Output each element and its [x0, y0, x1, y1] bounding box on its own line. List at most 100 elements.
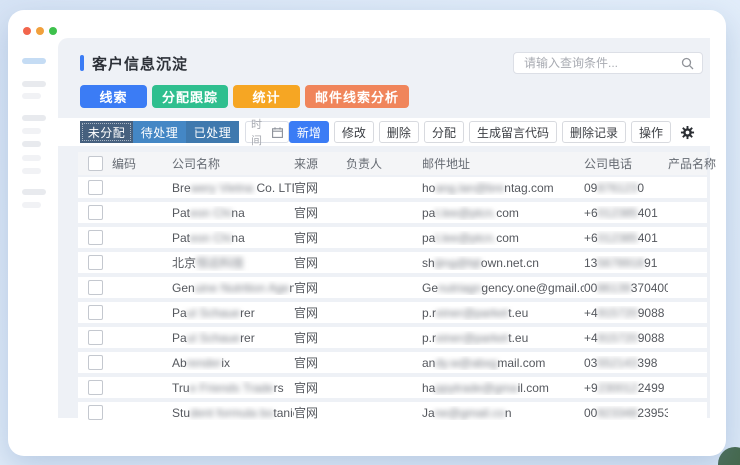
- row-select-cell: [78, 405, 112, 420]
- sidebar-placeholder-item: [22, 189, 46, 195]
- cell-source: 官网: [294, 381, 319, 395]
- tab-button[interactable]: 邮件线索分析: [305, 85, 410, 108]
- date-filter[interactable]: 时间: [245, 119, 289, 147]
- cell-source: 官网: [294, 331, 319, 345]
- table-row[interactable]: Abrenderix 官网 andy.w@abxgmail.com 035521433…: [78, 352, 707, 373]
- action-button[interactable]: 修改: [333, 121, 374, 143]
- redacted-text: uine Nutrition Age: [194, 280, 290, 295]
- redacted-text: ul Schaue: [186, 305, 241, 320]
- table-row[interactable]: Genuine Nutrition Agency ... .官网 Genutria…: [78, 277, 707, 298]
- sidebar-placeholder-item: [22, 168, 41, 174]
- redacted-text: 876123: [597, 180, 638, 195]
- select-all-checkbox[interactable]: [88, 156, 103, 171]
- status-filter-segment[interactable]: 待处理: [133, 121, 186, 143]
- redacted-text: 915720: [597, 305, 638, 320]
- cell-email: Jane@gmail.con: [422, 405, 512, 420]
- cell-email: shijing@bjtown.net.cn: [422, 255, 539, 270]
- cell-phone: +49157209088: [584, 305, 665, 320]
- leads-table: 编码 公司名称 来源 负责人 邮件地址 公司电话 产品名称 Brewery Vietna C…: [78, 152, 717, 427]
- sidebar-placeholder-item: [22, 155, 41, 161]
- action-button[interactable]: 删除: [378, 121, 419, 143]
- action-button[interactable]: 新增: [288, 121, 329, 143]
- cell-phone: 03552143398: [584, 355, 658, 370]
- table-row[interactable]: 北京恒远科技 官网 shijing@bjtown.net.cn 13567891891: [78, 252, 707, 273]
- cell-phone: 098761230: [584, 180, 645, 195]
- status-filter-segment[interactable]: 已处理: [186, 121, 239, 143]
- column-header: 产品名称: [668, 157, 717, 171]
- row-checkbox[interactable]: [88, 355, 103, 370]
- search-input[interactable]: [522, 55, 681, 71]
- cell-source: 官网: [294, 181, 319, 195]
- row-checkbox[interactable]: [88, 255, 103, 270]
- cell-source: 官网: [294, 231, 319, 245]
- sidebar-placeholder-item: [22, 128, 41, 134]
- row-checkbox[interactable]: [88, 205, 103, 220]
- gear-icon: [680, 125, 694, 139]
- row-select-cell: [78, 380, 112, 395]
- row-checkbox[interactable]: [88, 230, 103, 245]
- redacted-text: ang.lan@bre: [435, 180, 505, 195]
- sidebar-placeholder-item: [22, 115, 46, 121]
- redacted-text: 5678918: [597, 255, 645, 270]
- column-header: 公司电话: [584, 157, 633, 171]
- redacted-text: ijing@bjt: [434, 255, 481, 270]
- row-checkbox[interactable]: [88, 280, 103, 295]
- cell-source: 官网: [294, 406, 319, 420]
- tab-bar: 线索 分配跟踪 统计 邮件线索分析: [58, 74, 710, 108]
- cell-source: 官网: [294, 281, 319, 295]
- cell-phone: +92300122499: [584, 380, 665, 395]
- row-checkbox[interactable]: [88, 180, 103, 195]
- cell-email: hoang.lan@brentag.com: [422, 180, 554, 195]
- search-box[interactable]: [513, 52, 703, 74]
- redacted-text: nutriagn: [438, 280, 482, 295]
- action-button[interactable]: 生成留言代码: [468, 121, 557, 143]
- row-checkbox[interactable]: [88, 305, 103, 320]
- column-header: 邮件地址: [422, 157, 471, 171]
- action-button[interactable]: 删除记录: [561, 121, 626, 143]
- column-header: 公司名称: [172, 157, 221, 171]
- table-row[interactable]: Paul Schauerer 官网 p.reiner@parkett.eu +4915…: [78, 327, 707, 348]
- calendar-icon: [271, 126, 283, 138]
- cell-phone: +49157209088: [584, 330, 665, 345]
- redacted-text: dy.w@abxg: [435, 355, 498, 370]
- column-header: 来源: [294, 157, 319, 171]
- redacted-text: render: [186, 355, 222, 370]
- row-checkbox[interactable]: [88, 330, 103, 345]
- cell-company: Pateon China: [172, 230, 245, 245]
- table-row[interactable]: Brewery Vietna Co. LTD官网 hoang.lan@brenta…: [78, 177, 707, 198]
- table-row[interactable]: True Friends Traders 官网 happytrade@gmail.c…: [78, 377, 707, 398]
- row-checkbox[interactable]: [88, 380, 103, 395]
- settings-gear-button[interactable]: [676, 121, 698, 143]
- action-button[interactable]: 操作: [630, 121, 671, 143]
- row-select-cell: [78, 255, 112, 270]
- row-checkbox[interactable]: [88, 405, 103, 420]
- column-header: 负责人: [346, 157, 383, 171]
- tab-button[interactable]: 分配跟踪: [152, 85, 229, 108]
- redacted-text: einer@parket: [436, 330, 509, 345]
- page-background: 客户信息沉淀 线索分配跟踪统计邮件线索分析 未分配待处理已处理 时间: [0, 0, 740, 465]
- status-filter-segment[interactable]: 未分配: [80, 121, 133, 143]
- action-button[interactable]: 分配: [423, 121, 464, 143]
- page-header: 客户信息沉淀: [58, 38, 710, 74]
- sidebar-placeholder-item: [22, 202, 41, 208]
- sidebar-placeholder-item: [22, 58, 46, 64]
- cell-company: Pateon China: [172, 205, 245, 220]
- cell-company: Paul Schauerer: [172, 305, 255, 320]
- cell-source: 官网: [294, 356, 319, 370]
- cell-phone: 13567891891: [584, 255, 658, 270]
- table-row[interactable]: Pateon China 官网 pat.lee@ptcn.com +601238540…: [78, 227, 707, 248]
- content-panel: 客户信息沉淀 线索分配跟踪统计邮件线索分析 未分配待处理已处理 时间: [58, 38, 716, 423]
- cell-company: Brewery Vietna Co. LTD: [172, 180, 294, 195]
- table-row[interactable]: Student formula botanica官网 Jane@gmail.con…: [78, 402, 707, 423]
- table-row[interactable]: Pateon China 官网 pat.lee@ptcn.com +601238540…: [78, 202, 707, 223]
- redacted-text: eon Chi: [190, 230, 232, 245]
- table-row[interactable]: Paul Schauerer 官网 p.reiner@parkett.eu +4915…: [78, 302, 707, 323]
- tab-button[interactable]: 统计: [233, 85, 301, 108]
- redacted-text: ul Schaue: [186, 330, 241, 345]
- cell-company: Genuine Nutrition Agency ... .: [172, 280, 294, 295]
- tab-button[interactable]: 线索: [80, 85, 147, 108]
- cell-phone: 0092334823953: [584, 405, 668, 420]
- app-window: 客户信息沉淀 线索分配跟踪统计邮件线索分析 未分配待处理已处理 时间: [8, 10, 726, 456]
- search-icon[interactable]: [681, 57, 694, 70]
- redacted-text: 恒远科技: [196, 256, 245, 270]
